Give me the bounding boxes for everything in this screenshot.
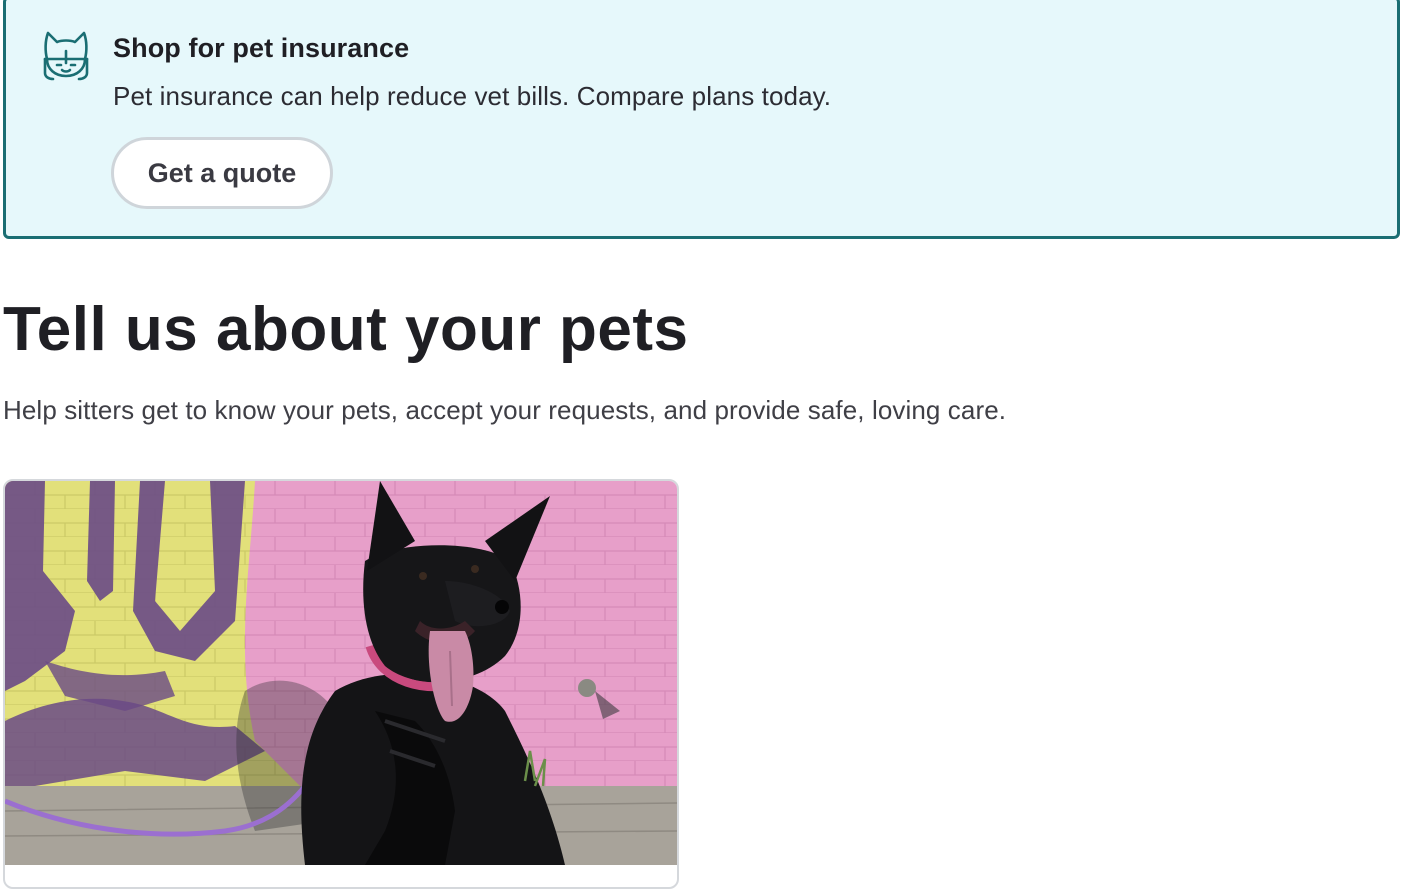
- pet-insurance-banner: Shop for pet insurance Pet insurance can…: [3, 0, 1400, 239]
- banner-description: Pet insurance can help reduce vet bills.…: [113, 81, 832, 111]
- pet-photo: [5, 481, 677, 865]
- page-subtitle: Help sitters get to know your pets, acce…: [3, 395, 1007, 425]
- page-title: Tell us about your pets: [3, 295, 689, 364]
- get-a-quote-button[interactable]: Get a quote: [111, 137, 333, 209]
- cat-face-icon: [41, 29, 91, 83]
- banner-title: Shop for pet insurance: [113, 33, 410, 63]
- pet-card[interactable]: [3, 479, 679, 889]
